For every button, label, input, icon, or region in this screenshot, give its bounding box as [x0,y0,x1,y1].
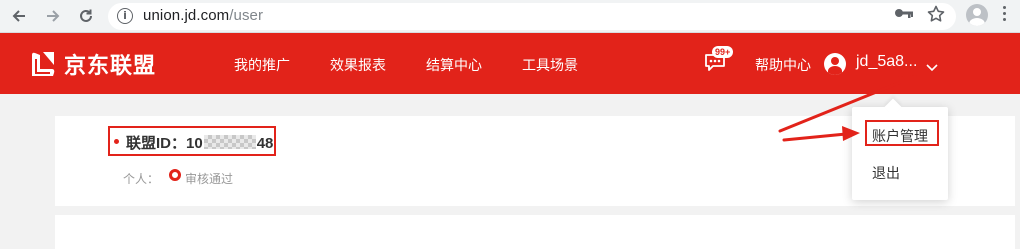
username[interactable]: jd_5a8... [856,53,917,71]
info-icon[interactable]: i [117,8,133,24]
browser-toolbar: i union.jd.com/user [0,0,1020,33]
logo-text: 京东联盟 [64,53,157,78]
site-header: 京东联盟 我的推广 效果报表 结算中心 工具场景 99+ 帮助中心 jd_5a8… [0,33,1020,94]
union-id-label: 联盟ID：1 [126,135,195,152]
profile-icon[interactable] [966,4,988,26]
status-ring-icon [169,169,181,181]
key-icon[interactable] [894,6,914,25]
reload-icon[interactable] [75,5,97,27]
message-badge: 99+ [712,46,734,58]
logo[interactable]: 京东联盟 [28,49,156,79]
content-card [55,215,1015,249]
status-text: 审核通过 [185,172,234,186]
jd-union-logo-icon [28,49,58,79]
bullet-dot-icon [114,139,119,144]
url-path: /user [229,7,264,24]
bookmark-star-icon[interactable] [927,5,945,28]
address-bar[interactable]: i union.jd.com/user [108,3,956,30]
nav-my-promotion[interactable]: 我的推广 [234,55,290,75]
chevron-down-icon[interactable] [926,59,938,72]
back-arrow-icon[interactable] [8,5,30,27]
nav-settlement[interactable]: 结算中心 [426,55,482,75]
nav-tools[interactable]: 工具场景 [522,55,578,75]
menu-icon[interactable] [1003,6,1007,24]
union-id-suffix: 48 [256,135,274,152]
forward-arrow-icon[interactable] [42,5,64,27]
menu-highlight-box [865,120,939,146]
nav-reports[interactable]: 效果报表 [330,55,386,75]
user-avatar-icon[interactable] [824,53,846,75]
url-host: union.jd.com [143,7,230,24]
union-id: 联盟ID：10 48 [126,132,273,153]
account-type-label: 个人： [123,172,160,186]
url-text[interactable]: union.jd.com/user [143,7,263,24]
menu-item-logout[interactable]: 退出 [872,163,900,183]
pixelated-redaction [203,135,256,149]
help-center-link[interactable]: 帮助中心 [755,55,811,75]
union-id-hidden-digit: 0 [194,135,203,152]
